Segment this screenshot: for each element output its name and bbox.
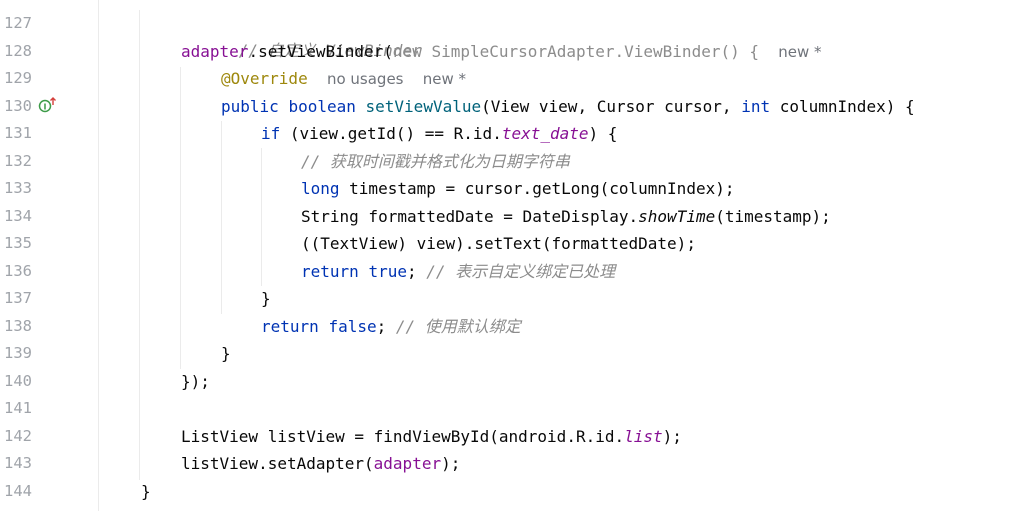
code-token: ); (441, 454, 461, 473)
code-token: .setViewBinder( (248, 42, 393, 61)
code-editor[interactable]: 126 127 128 129 130 131 132 133 134 135 … (0, 0, 1011, 511)
code-token: String formattedDate = DateDisplay. (301, 207, 639, 226)
code-token: (View view, Cursor cursor, (481, 97, 742, 116)
code-token: listView.setAdapter( (181, 454, 374, 473)
method-name: setViewValue (365, 97, 482, 116)
code-line-140: }); (181, 368, 210, 395)
keyword: return (301, 262, 359, 281)
code-token: } (221, 344, 231, 363)
keyword: boolean (288, 97, 356, 116)
code-line-128: adapter.setViewBinder(new SimpleCursorAd… (181, 38, 822, 65)
keyword: public (221, 97, 279, 116)
code-line-136: return true; // 表示自定义绑定已处理 (301, 258, 615, 285)
keyword: true (368, 262, 407, 281)
keyword: false (328, 317, 377, 336)
keyword: return (261, 317, 319, 336)
code-token: (timestamp); (715, 207, 831, 226)
code-token: ListView listView = findViewById(android… (181, 427, 625, 446)
keyword: long (301, 179, 340, 198)
comment: // 使用默认绑定 (395, 317, 521, 336)
code-token: timestamp = cursor.getLong(columnIndex); (339, 179, 735, 198)
comment: // 获取时间戳并格式化为日期字符串 (301, 152, 570, 171)
code-line-139: } (221, 340, 231, 367)
code-token: } (261, 289, 271, 308)
code-token: }); (181, 372, 210, 391)
keyword: if (261, 124, 281, 143)
author-hint[interactable]: new * (778, 43, 821, 61)
code-line-138: return false; // 使用默认绑定 (261, 313, 521, 340)
keyword: int (741, 97, 771, 116)
author-hint[interactable]: new * (423, 70, 466, 88)
code-token: ((TextView) view).setText(formattedDate)… (301, 234, 696, 253)
code-line-132: // 获取时间戳并格式化为日期字符串 (301, 148, 570, 175)
comment: // 表示自定义绑定已处理 (426, 262, 616, 281)
adapter-field: adapter (373, 454, 442, 473)
code-token: ; (376, 317, 396, 336)
code-area[interactable]: // 自定义 ViewBinder adapter.setViewBinder(… (0, 0, 1011, 511)
code-line-142: ListView listView = findViewById(android… (181, 423, 682, 450)
static-method: showTime (638, 207, 716, 226)
keyword-new: new (392, 42, 422, 61)
code-token: columnIndex) { (770, 97, 915, 116)
code-token: } (141, 482, 151, 501)
code-line-133: long timestamp = cursor.getLong(columnIn… (301, 175, 734, 202)
code-token: ); (662, 427, 682, 446)
static-field: text_date (501, 124, 589, 143)
code-line-131: if (view.getId() == R.id.text_date) { (261, 120, 617, 147)
usages-hint[interactable]: no usages (327, 70, 404, 88)
code-line-134: String formattedDate = DateDisplay.showT… (301, 203, 831, 230)
code-line-137: } (261, 285, 271, 312)
code-token: ; (406, 262, 427, 281)
code-line-127: // 自定义 ViewBinder (181, 10, 422, 60)
code-line-135: ((TextView) view).setText(formattedDate)… (301, 230, 696, 257)
code-token: (view.getId() == R.id. (280, 124, 502, 143)
code-line-144: } (141, 478, 151, 505)
override-annotation: @Override (221, 69, 308, 88)
code-line-143: listView.setAdapter(adapter); (181, 450, 460, 477)
code-token: SimpleCursorAdapter.ViewBinder() { (421, 42, 759, 61)
adapter-field: adapter (181, 42, 249, 61)
static-field: list (624, 427, 663, 446)
code-line-129: @Override no usages new * (221, 65, 466, 92)
code-token: ) { (588, 124, 618, 143)
code-line-130: public boolean setViewValue(View view, C… (221, 93, 915, 120)
